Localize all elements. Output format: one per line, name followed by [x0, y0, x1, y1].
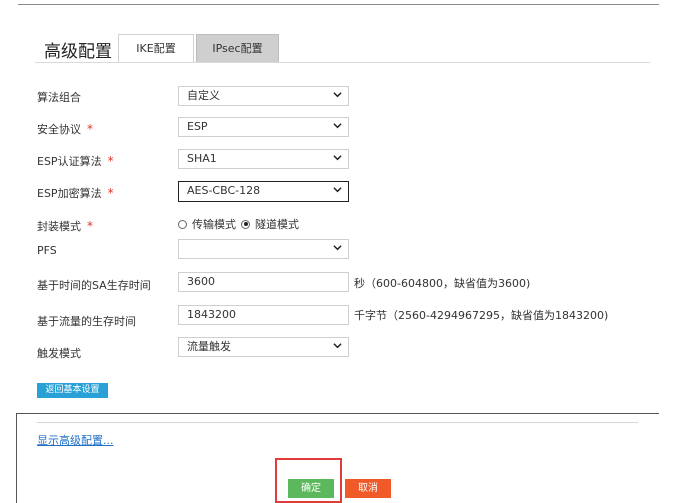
sub-divider: [37, 422, 638, 423]
chevron-down-icon: [333, 243, 342, 252]
esp-encrypt-label: ESP加密算法 *: [37, 186, 114, 200]
tab-ike[interactable]: IKE配置: [118, 34, 194, 62]
time-lifetime-label: 基于时间的SA生存时间: [37, 279, 151, 292]
top-divider: [18, 4, 659, 5]
traffic-lifetime-input[interactable]: 1843200: [178, 305, 349, 325]
esp-auth-value: SHA1: [187, 152, 217, 165]
trigger-mode-value: 流量触发: [187, 340, 231, 353]
tab-underline: [35, 62, 650, 63]
page-title: 高级配置: [44, 42, 112, 62]
required-mark: *: [87, 219, 93, 233]
traffic-lifetime-value: 1843200: [187, 308, 236, 321]
pfs-select[interactable]: [178, 239, 349, 259]
algorithm-suite-value: 自定义: [187, 89, 220, 102]
section-left-border: [16, 413, 17, 503]
chevron-down-icon: [333, 185, 342, 194]
cancel-button[interactable]: 取消: [345, 479, 391, 498]
esp-auth-select[interactable]: SHA1: [178, 149, 349, 169]
time-lifetime-input[interactable]: 3600: [178, 272, 349, 292]
section-divider: [16, 413, 659, 414]
tunnel-mode-radio[interactable]: [241, 219, 250, 229]
chevron-down-icon: [333, 153, 342, 162]
time-lifetime-value: 3600: [187, 275, 215, 288]
transport-mode-label: 传输模式: [192, 218, 236, 231]
required-mark: *: [107, 154, 114, 168]
esp-encrypt-value: AES-CBC-128: [187, 184, 261, 197]
required-mark: *: [87, 122, 93, 136]
algorithm-suite-select[interactable]: 自定义: [178, 86, 349, 106]
traffic-lifetime-label: 基于流量的生存时间: [37, 315, 136, 328]
time-lifetime-hint: 秒（600-604800，缺省值为3600): [354, 277, 531, 290]
security-protocol-select[interactable]: ESP: [178, 117, 349, 137]
pfs-label: PFS: [37, 244, 57, 257]
trigger-mode-select[interactable]: 流量触发: [178, 337, 349, 357]
required-mark: *: [107, 186, 114, 200]
encap-mode-radio-group: 传输模式 隧道模式: [178, 216, 304, 232]
tunnel-mode-label: 隧道模式: [255, 218, 299, 231]
back-to-basic-button[interactable]: 返回基本设置: [37, 383, 108, 398]
trigger-mode-label: 触发模式: [37, 347, 81, 360]
esp-auth-label: ESP认证算法 *: [37, 154, 114, 168]
algorithm-suite-label: 算法组合: [37, 91, 81, 104]
chevron-down-icon: [333, 121, 342, 130]
encap-mode-label: 封装模式 *: [37, 219, 93, 233]
show-advanced-link[interactable]: 显示高级配置...: [37, 432, 114, 448]
chevron-down-icon: [333, 341, 342, 350]
traffic-lifetime-hint: 千字节（2560-4294967295，缺省值为1843200): [354, 309, 609, 322]
esp-encrypt-select[interactable]: AES-CBC-128: [178, 181, 349, 202]
security-protocol-value: ESP: [187, 120, 208, 133]
chevron-down-icon: [333, 90, 342, 99]
security-protocol-label: 安全协议 *: [37, 122, 93, 136]
tab-ipsec[interactable]: IPsec配置: [196, 34, 279, 62]
transport-mode-radio[interactable]: [178, 219, 187, 229]
ok-button[interactable]: 确定: [288, 479, 334, 498]
